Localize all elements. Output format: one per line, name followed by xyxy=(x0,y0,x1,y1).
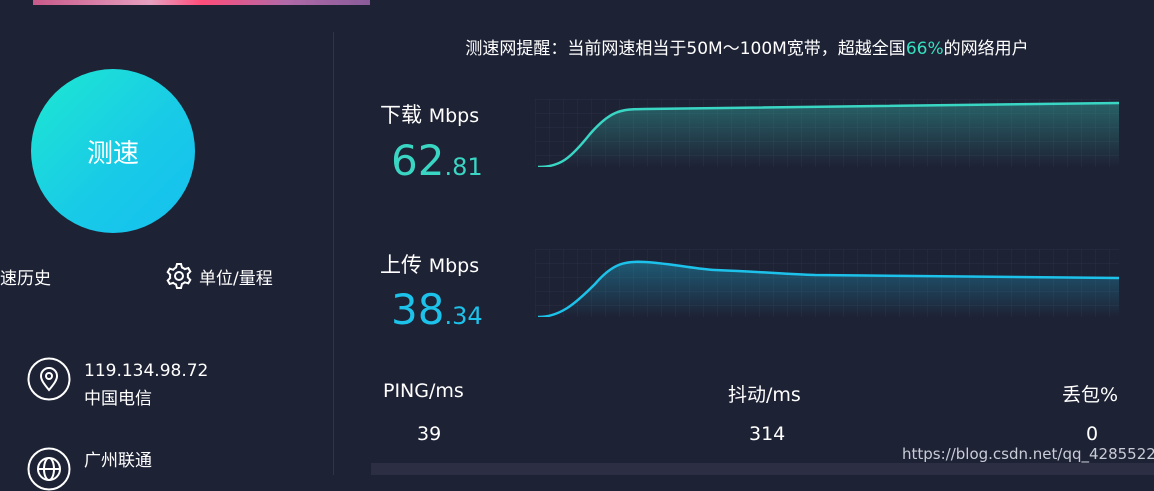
download-value-int: 62 xyxy=(391,136,445,185)
packet-loss-label: 丢包% xyxy=(1062,384,1119,406)
ping-value: 39 xyxy=(417,423,442,445)
upload-label: 上传 Mbps xyxy=(380,249,479,279)
server-name: 广州联通 xyxy=(84,451,152,471)
notice-percent: 66% xyxy=(905,39,944,59)
jitter-label: 抖动/ms xyxy=(728,384,801,406)
upload-value-int: 38 xyxy=(391,285,445,334)
upload-speed-graph xyxy=(535,249,1119,317)
upload-label-text: 上传 xyxy=(380,253,422,277)
gear-icon xyxy=(166,263,192,289)
start-speed-test-button[interactable]: 测速 xyxy=(31,69,195,233)
notice-suffix: 的网络用户 xyxy=(943,39,1029,59)
server-info[interactable]: 广州联通 xyxy=(27,447,152,491)
location-pin-icon xyxy=(27,357,71,401)
speed-history-link[interactable]: 测速历史 xyxy=(0,264,51,289)
ping-label: PING/ms xyxy=(383,380,464,402)
upload-value-dec: .34 xyxy=(444,302,483,330)
download-label-text: 下载 xyxy=(380,103,422,127)
start-speed-test-label: 测速 xyxy=(86,138,139,169)
download-unit: Mbps xyxy=(428,105,480,127)
upload-unit: Mbps xyxy=(428,255,480,277)
download-speed-graph xyxy=(535,99,1119,167)
ip-address: 119.134.98.72 xyxy=(84,361,209,381)
download-value-dec: .81 xyxy=(444,153,483,181)
packet-loss-value: 0 xyxy=(1086,423,1099,445)
download-label: 下载 Mbps xyxy=(380,99,479,129)
download-value: 62.81 xyxy=(391,136,483,185)
unit-range-label: 单位/量程 xyxy=(199,268,273,289)
bottom-bar xyxy=(371,463,1154,475)
upload-value: 38.34 xyxy=(391,285,483,334)
unit-range-button[interactable]: 单位/量程 xyxy=(165,262,273,290)
jitter-value: 314 xyxy=(749,423,786,445)
panel-divider xyxy=(333,32,334,475)
isp-name: 中国电信 xyxy=(84,389,152,409)
globe-icon xyxy=(27,447,71,491)
notice-prefix: 测速网提醒：当前网速相当于50M～100M宽带，超越全国 xyxy=(465,39,906,59)
top-banner-image xyxy=(33,0,370,5)
ip-info: 119.134.98.72 中国电信 xyxy=(27,357,208,413)
watermark: https://blog.csdn.net/qq_42855221 xyxy=(902,445,1154,463)
speed-notice: 测速网提醒：当前网速相当于50M～100M宽带，超越全国66%的网络用户 xyxy=(340,34,1154,59)
